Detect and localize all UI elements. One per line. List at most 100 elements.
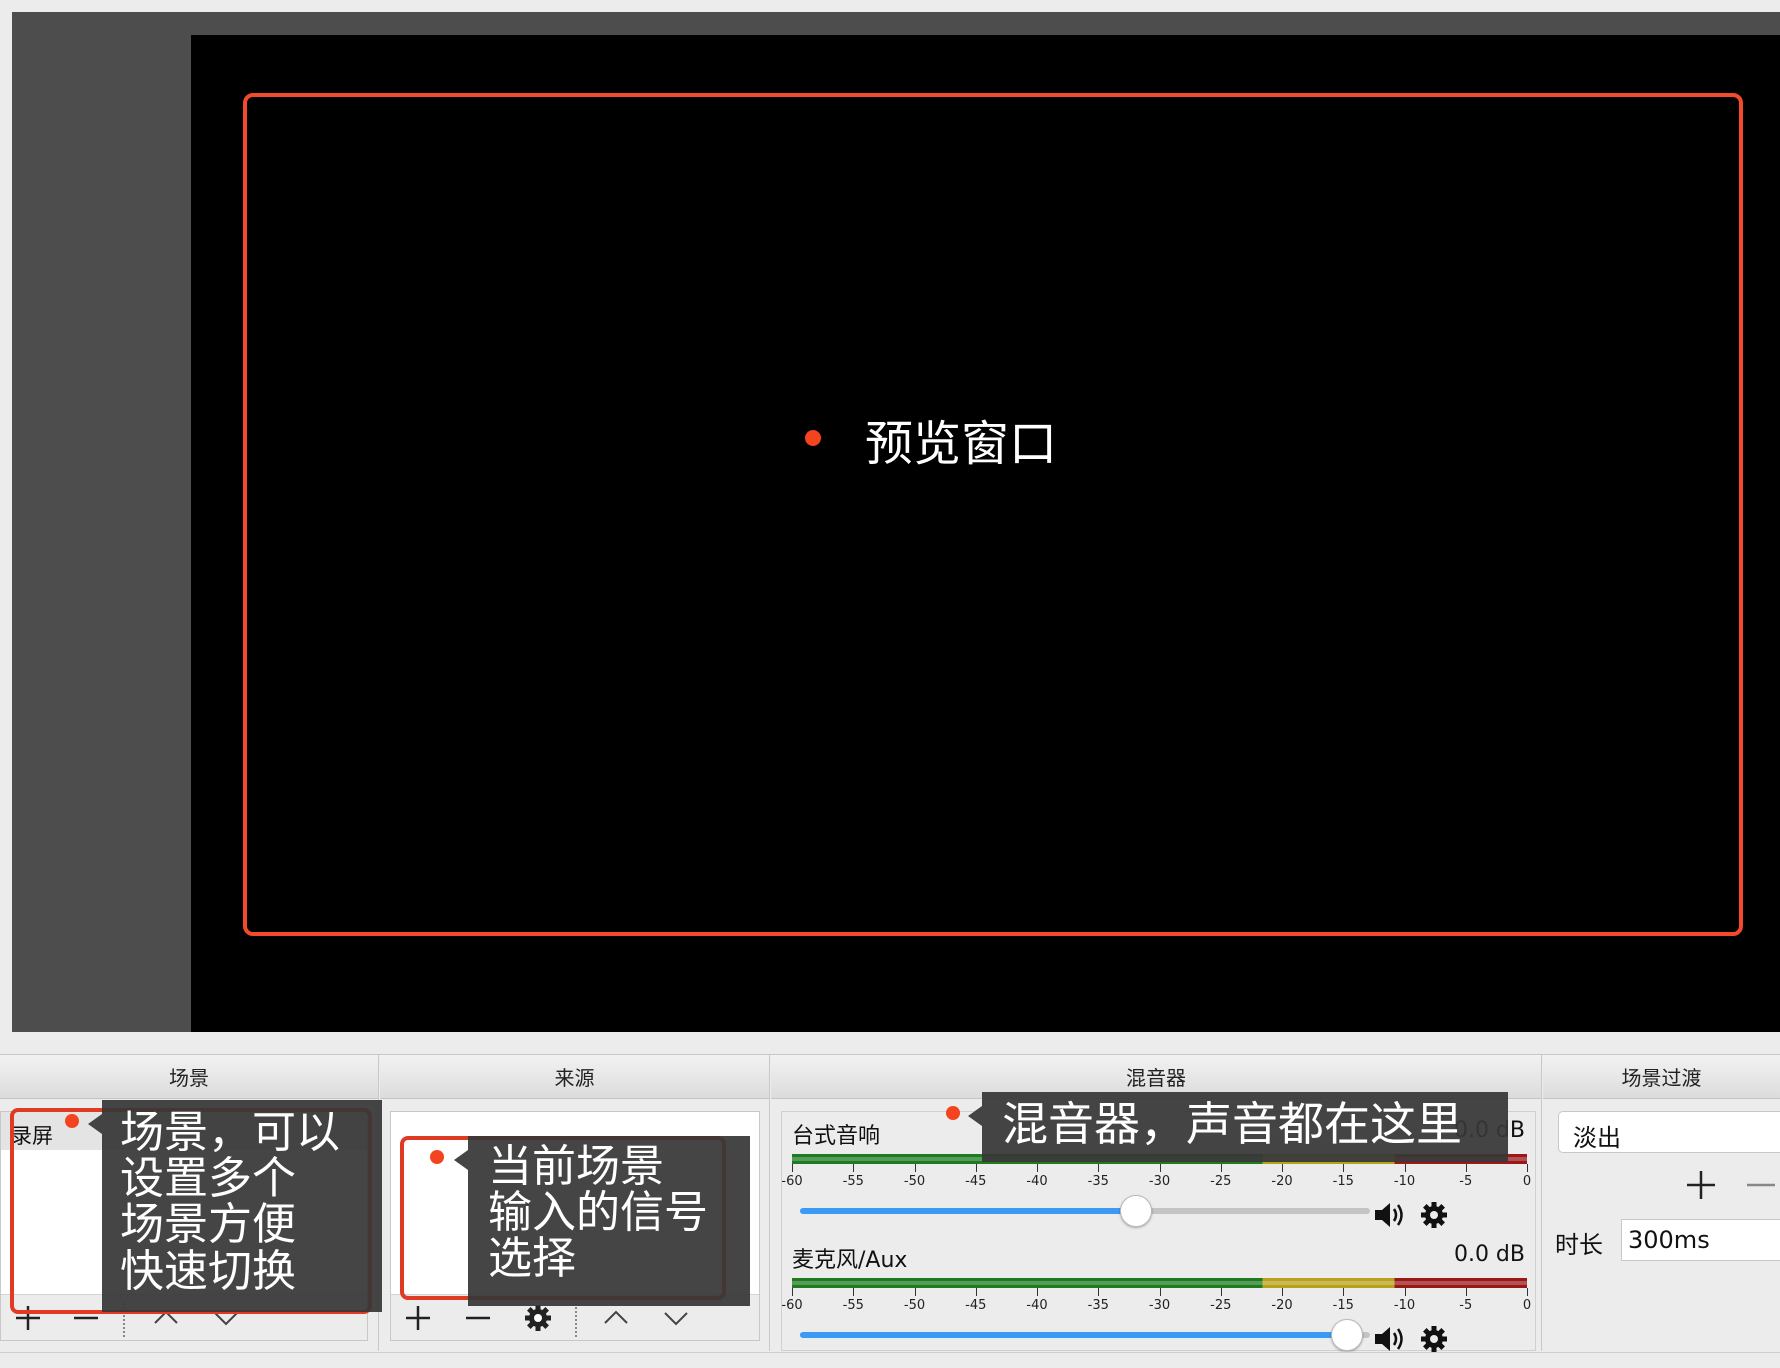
volume-meter bbox=[792, 1278, 1527, 1288]
remove-transition-button[interactable] bbox=[1741, 1165, 1780, 1205]
meter-ticks: -60 -55 -50 -45 -40 -35 -30 -25 -20 -15 -10 -5 0 bbox=[781, 1164, 1531, 1192]
meter-tick-label: -60 bbox=[781, 1298, 803, 1313]
sources-panel-title: 来源 bbox=[380, 1055, 769, 1099]
meter-tick-label: -5 bbox=[1459, 1174, 1473, 1189]
meter-tick-label: -35 bbox=[1087, 1174, 1109, 1189]
meter-tick-label: -50 bbox=[903, 1174, 926, 1189]
meter-tick bbox=[1037, 1164, 1038, 1172]
callout-line: 场景方便 bbox=[120, 1199, 296, 1251]
meter-tick-label: -15 bbox=[1332, 1298, 1354, 1313]
duration-input[interactable]: 300ms bbox=[1621, 1219, 1780, 1261]
channel-name: 麦克风/Aux bbox=[792, 1248, 908, 1273]
transition-select[interactable]: 淡出 bbox=[1558, 1111, 1780, 1153]
preview-annotation-label: 预览窗口 bbox=[865, 416, 1058, 472]
preview-highlight-box bbox=[243, 93, 1743, 936]
meter-tick bbox=[1404, 1164, 1406, 1172]
status-strip bbox=[0, 1352, 1780, 1368]
channel-settings-button[interactable] bbox=[1416, 1198, 1452, 1232]
meter-tick bbox=[914, 1288, 916, 1296]
meter-tick-label: -25 bbox=[1210, 1174, 1232, 1189]
meter-tick-label: -55 bbox=[842, 1174, 864, 1189]
meter-tick bbox=[1343, 1164, 1345, 1172]
chevron-up-icon bbox=[604, 1310, 628, 1324]
meter-tick bbox=[1282, 1164, 1283, 1172]
meter-tick-label: -30 bbox=[1148, 1174, 1171, 1189]
sources-callout: 当前场景 输入的信号 选择 bbox=[454, 1136, 750, 1306]
scenes-callout: 场景，可以 设置多个 场景方便 快速切换 bbox=[88, 1100, 382, 1312]
meter-tick bbox=[1404, 1288, 1406, 1296]
callout-line: 输入的信号 bbox=[488, 1187, 708, 1239]
meter-tick bbox=[792, 1288, 793, 1296]
add-transition-button[interactable] bbox=[1681, 1165, 1721, 1205]
mute-button[interactable] bbox=[1372, 1322, 1408, 1356]
meter-tick bbox=[1098, 1164, 1100, 1172]
gear-icon bbox=[1421, 1326, 1447, 1352]
meter-tick bbox=[1343, 1288, 1345, 1296]
transitions-panel: 场景过渡 淡出 时长 300ms bbox=[1543, 1055, 1780, 1351]
minus-icon bbox=[1747, 1183, 1775, 1187]
meter-tick bbox=[975, 1288, 977, 1296]
meter-tick bbox=[914, 1164, 916, 1172]
volume-slider-knob[interactable] bbox=[1331, 1319, 1364, 1351]
volume-slider-knob[interactable] bbox=[1120, 1195, 1153, 1227]
speaker-icon bbox=[1375, 1203, 1403, 1227]
meter-tick bbox=[853, 1288, 855, 1296]
meter-tick bbox=[1465, 1288, 1467, 1296]
volume-meter-level bbox=[792, 1281, 1527, 1285]
meter-tick bbox=[853, 1164, 855, 1172]
gear-icon bbox=[525, 1305, 551, 1331]
callout-line: 场景，可以 bbox=[120, 1107, 340, 1158]
meter-tick-label: -20 bbox=[1271, 1298, 1293, 1313]
meter-tick bbox=[975, 1164, 977, 1172]
callout-line: 设置多个 bbox=[120, 1153, 296, 1205]
meter-tick bbox=[1159, 1288, 1161, 1296]
meter-tick-label: -40 bbox=[1026, 1174, 1048, 1189]
callout-text: 混音器，声音都在这里 bbox=[1002, 1097, 1462, 1151]
volume-slider[interactable] bbox=[800, 1195, 1370, 1227]
callout-line: 选择 bbox=[488, 1233, 576, 1285]
meter-ticks: -60 -55 -50 -45 -40 -35 -30 -25 -20 -15 -10 -5 0 bbox=[781, 1288, 1531, 1316]
meter-tick bbox=[1220, 1164, 1222, 1172]
meter-tick bbox=[1037, 1288, 1038, 1296]
meter-tick bbox=[1159, 1164, 1161, 1172]
mixer-annotation-dot bbox=[946, 1106, 960, 1120]
callout-line: 快速切换 bbox=[120, 1245, 296, 1297]
meter-tick-label: -45 bbox=[965, 1298, 987, 1313]
meter-tick bbox=[1098, 1288, 1100, 1296]
callout-arrow bbox=[88, 1114, 102, 1134]
minus-icon bbox=[466, 1316, 490, 1320]
meter-tick-label: -60 bbox=[781, 1174, 803, 1189]
meter-tick-label: 0 bbox=[1522, 1174, 1532, 1189]
gear-icon bbox=[1421, 1202, 1447, 1228]
mute-button[interactable] bbox=[1372, 1198, 1408, 1232]
plus-icon bbox=[1687, 1171, 1715, 1199]
meter-tick bbox=[792, 1164, 793, 1172]
volume-slider-fill bbox=[800, 1332, 1348, 1338]
channel-settings-button[interactable] bbox=[1416, 1322, 1452, 1356]
meter-tick-label: -20 bbox=[1271, 1174, 1293, 1189]
meter-tick-label: -15 bbox=[1332, 1174, 1354, 1189]
sources-annotation-dot bbox=[430, 1150, 444, 1164]
mixer-channel: 麦克风/Aux 0.0 dB -60 -55 -50 -45 -40 -35 -30 -25-… bbox=[781, 1236, 1535, 1366]
callout-arrow bbox=[454, 1150, 468, 1170]
scenes-annotation-dot bbox=[65, 1114, 79, 1128]
meter-tick bbox=[1220, 1288, 1222, 1296]
volume-slider[interactable] bbox=[800, 1319, 1370, 1351]
meter-tick bbox=[1527, 1164, 1528, 1172]
channel-name: 台式音响 bbox=[792, 1124, 881, 1149]
meter-tick-label: -35 bbox=[1087, 1298, 1109, 1313]
meter-tick bbox=[1282, 1288, 1283, 1296]
callout-arrow bbox=[968, 1106, 982, 1126]
channel-db: 0.0 dB bbox=[1453, 1242, 1525, 1267]
add-source-button[interactable] bbox=[393, 1295, 443, 1341]
meter-tick-label: -25 bbox=[1210, 1298, 1232, 1313]
meter-tick bbox=[1527, 1288, 1528, 1296]
volume-slider-fill bbox=[800, 1208, 1137, 1214]
meter-tick-label: -10 bbox=[1393, 1298, 1416, 1313]
meter-tick-label: -10 bbox=[1393, 1174, 1416, 1189]
speaker-icon bbox=[1375, 1327, 1403, 1351]
preview-annotation-dot bbox=[805, 430, 821, 446]
callout-line: 当前场景 bbox=[488, 1141, 664, 1192]
meter-tick-label: -50 bbox=[903, 1298, 926, 1313]
chevron-down-icon bbox=[664, 1312, 688, 1326]
